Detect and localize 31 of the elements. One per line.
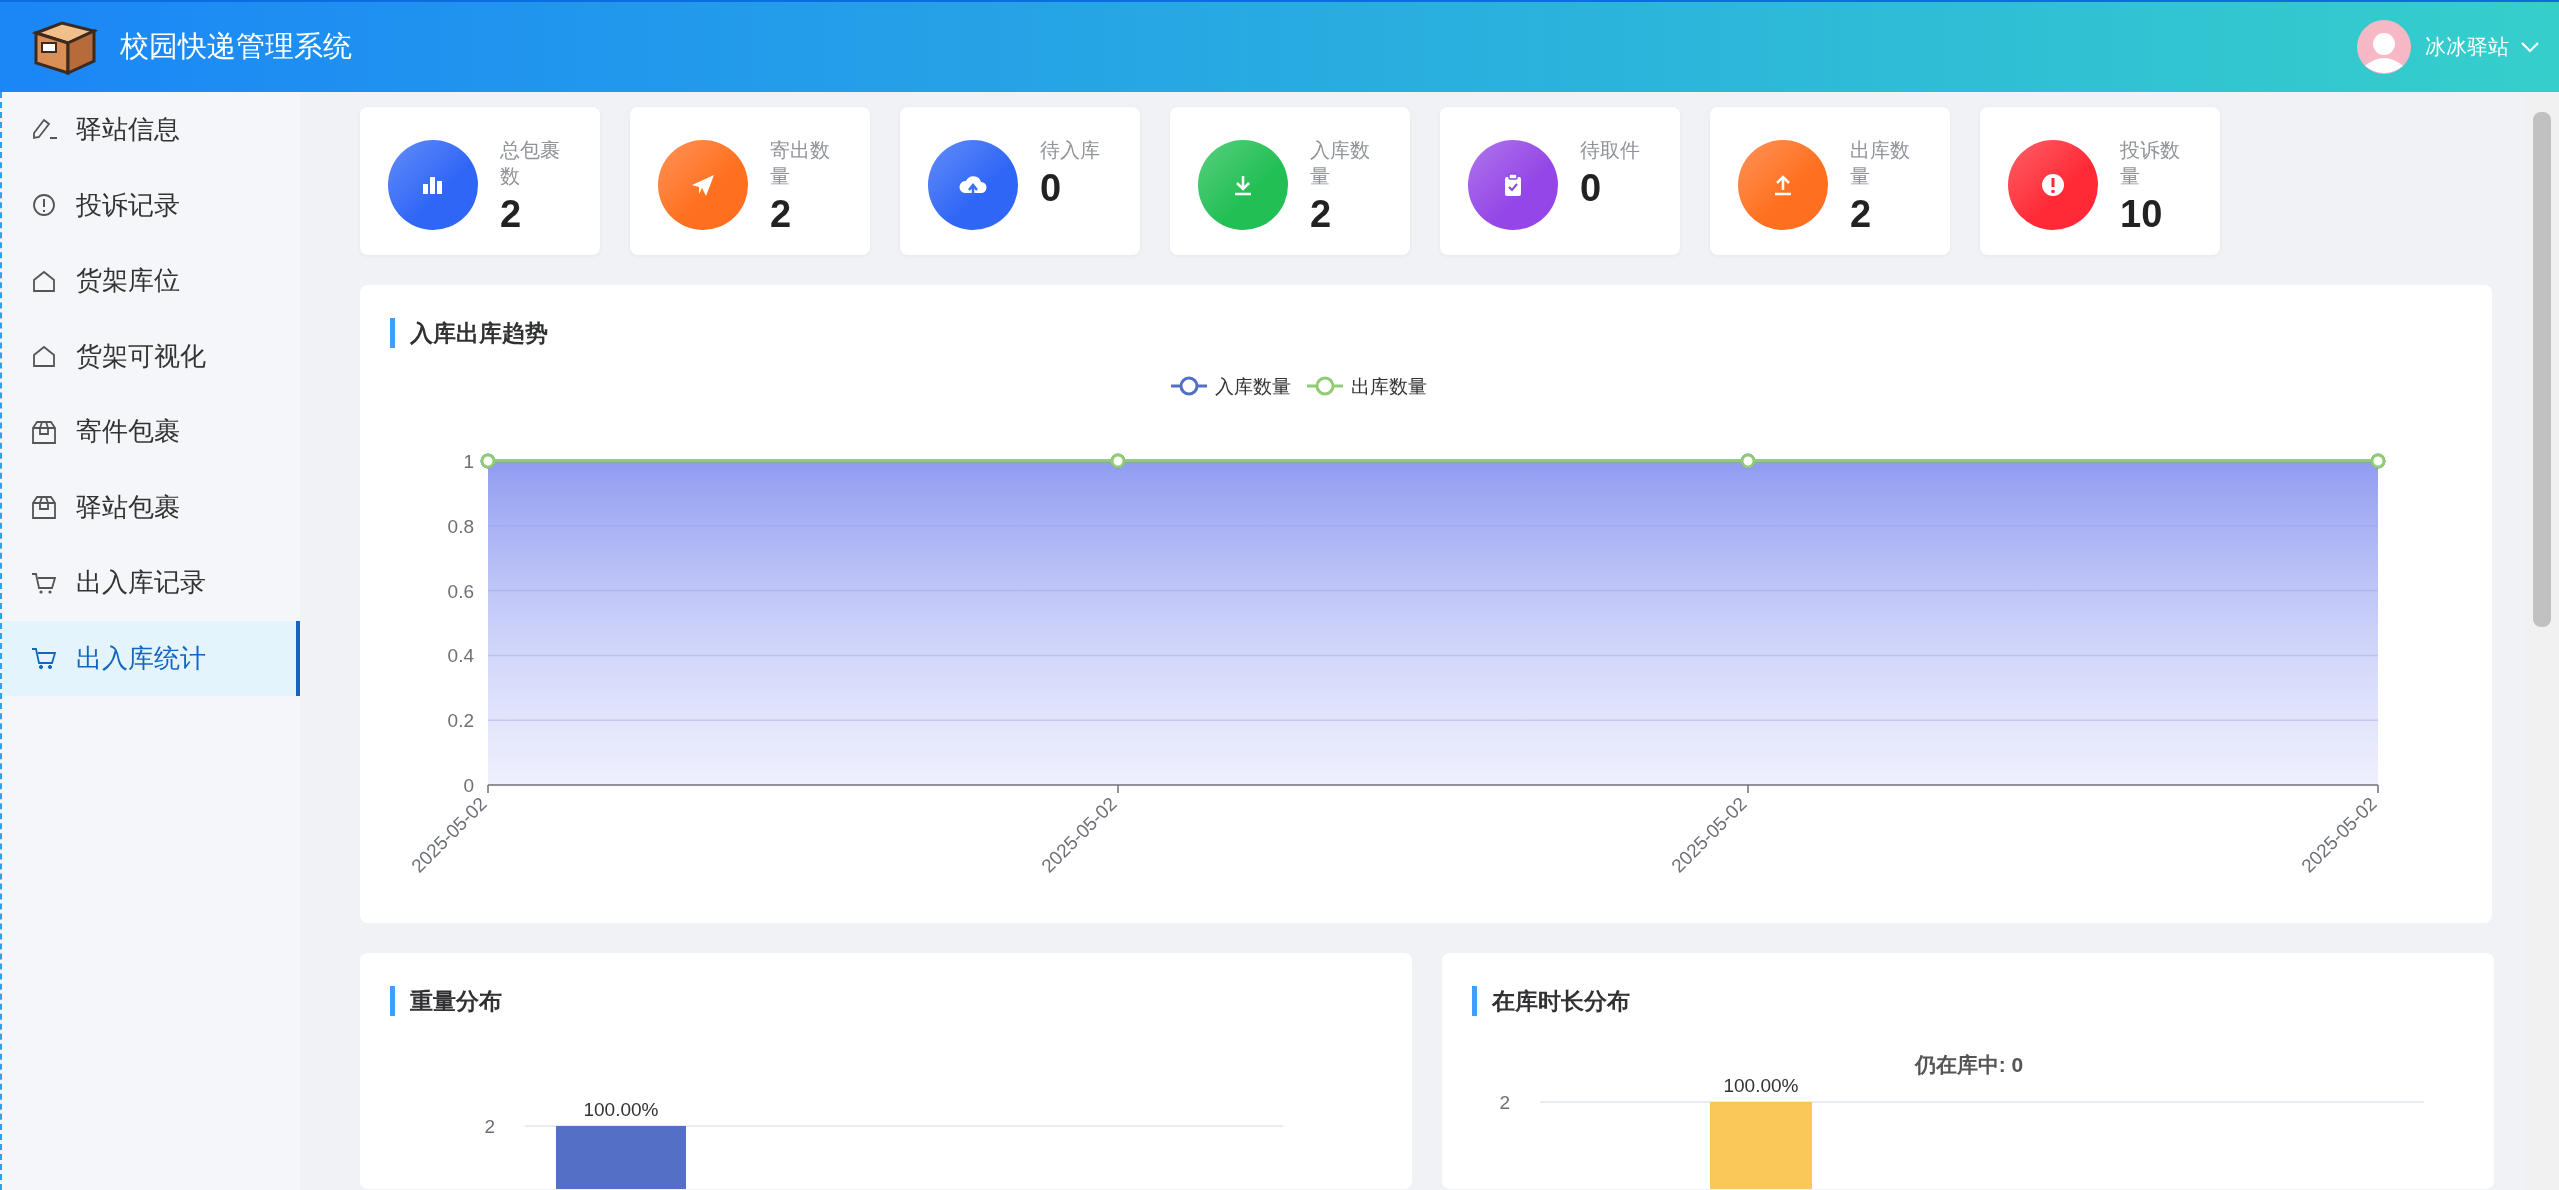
stat-value: 2: [1310, 193, 1333, 236]
y-tick-label: 2: [1499, 1092, 1510, 1113]
bar-value-label: 100.00%: [583, 1099, 659, 1120]
stat-label: 寄出数量: [770, 138, 831, 189]
stat-value: 0: [1040, 167, 1063, 210]
chart-subtitle: 仍在库中: 0: [1914, 1053, 2024, 1076]
legend-label: 入库数量: [1215, 376, 1291, 397]
stat-label: 投诉数量: [2120, 138, 2181, 189]
stat-label: 待取件: [1580, 138, 1641, 163]
stat-label: 出库数量: [1850, 138, 1911, 189]
y-tick-label: 0.4: [447, 645, 474, 667]
app-title: 校园快递管理系统: [120, 29, 352, 64]
y-tick-label: 2: [484, 1116, 495, 1137]
y-tick-label: 0.8: [447, 515, 474, 537]
card-title: 在库时长分布: [1492, 986, 1630, 1016]
bar-value-label: 100.00%: [1723, 1075, 1799, 1096]
stat-value: 10: [2120, 193, 2164, 236]
y-tick-label: 1: [463, 451, 474, 472]
y-tick-label: 0.6: [447, 580, 474, 602]
y-tick-label: 0.2: [447, 710, 474, 732]
card-title: 重量分布: [410, 986, 502, 1016]
legend-label: 出库数量: [1351, 376, 1427, 397]
stat-value: 2: [1850, 193, 1873, 236]
stat-value: 0: [1580, 167, 1603, 210]
stat-value: 2: [770, 193, 793, 236]
stat-label: 总包裹数: [500, 138, 561, 189]
y-tick-label: 0: [463, 775, 474, 796]
stat-label: 待入库: [1040, 138, 1101, 163]
card-title: 入库出库趋势: [410, 318, 548, 348]
stat-value: 2: [500, 193, 523, 236]
stat-label: 入库数量: [1310, 138, 1371, 189]
